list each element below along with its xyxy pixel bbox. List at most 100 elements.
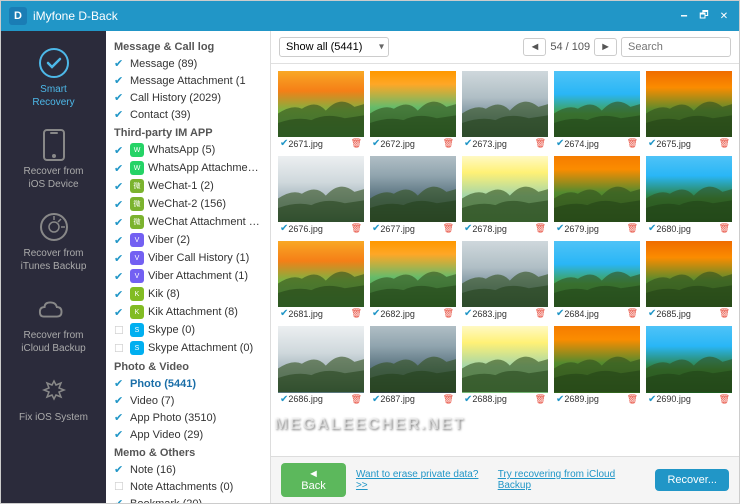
photo-delete-icon[interactable]: 🗑	[351, 138, 362, 149]
sidebar-item-smart-recovery[interactable]: SmartRecovery	[1, 39, 106, 117]
category-item[interactable]: ✔Bookmark (20)	[106, 495, 270, 503]
photo-delete-icon[interactable]: 🗑	[627, 308, 638, 319]
category-item-label: WeChat Attachment (1...	[148, 216, 262, 228]
category-item[interactable]: ✔App Video (29)	[106, 426, 270, 443]
category-item[interactable]: ✔KKik Attachment (8)	[106, 303, 270, 321]
photo-item[interactable]: ✔2678.jpg🗑	[461, 155, 549, 236]
category-item[interactable]: ✔KKik (8)	[106, 285, 270, 303]
category-item[interactable]: ✔VViber (2)	[106, 231, 270, 249]
photo-filename: 2681.jpg	[288, 309, 350, 319]
category-item-label: Message (89)	[130, 58, 262, 70]
photo-item[interactable]: ✔2673.jpg🗑	[461, 70, 549, 151]
photo-delete-icon[interactable]: 🗑	[351, 394, 362, 405]
recover-button[interactable]: Recover...	[655, 469, 729, 491]
photo-item[interactable]: ✔2675.jpg🗑	[645, 70, 733, 151]
photo-item[interactable]: ✔2676.jpg🗑	[277, 155, 365, 236]
next-page-button[interactable]: ►	[594, 38, 617, 56]
category-item[interactable]: ✔VViber Call History (1)	[106, 249, 270, 267]
minimize-button[interactable]: 🗕	[677, 9, 691, 23]
checkbox-icon: ☐	[114, 324, 126, 337]
photo-delete-icon[interactable]: 🗑	[535, 138, 546, 149]
category-item[interactable]: ✔Message Attachment (1	[106, 72, 270, 89]
photo-delete-icon[interactable]: 🗑	[719, 138, 730, 149]
photo-thumbnail	[278, 71, 364, 137]
recover-icloud-link[interactable]: Try recovering from iCloud Backup	[498, 469, 646, 491]
category-item[interactable]: ✔Call History (2029)	[106, 89, 270, 106]
photo-item[interactable]: ✔2677.jpg🗑	[369, 155, 457, 236]
category-item[interactable]: ✔App Photo (3510)	[106, 409, 270, 426]
photo-delete-icon[interactable]: 🗑	[719, 223, 730, 234]
checkbox-icon: ☐	[114, 342, 126, 355]
category-item[interactable]: ✔Note (16)	[106, 461, 270, 478]
prev-page-button[interactable]: ◄	[523, 38, 546, 56]
show-all-dropdown[interactable]: Show all (5441)	[279, 37, 389, 57]
category-item[interactable]: ✔微WeChat-2 (156)	[106, 195, 270, 213]
photo-item[interactable]: ✔2683.jpg🗑	[461, 240, 549, 321]
recover-icloud-icon	[38, 293, 70, 325]
photo-filename: 2672.jpg	[380, 139, 442, 149]
sidebar-item-recover-ios[interactable]: Recover fromiOS Device	[1, 121, 106, 199]
whatsapp-icon: W	[130, 161, 144, 175]
maximize-button[interactable]: 🗗	[697, 9, 711, 23]
sidebar-item-recover-itunes[interactable]: Recover fromiTunes Backup	[1, 203, 106, 281]
photo-item[interactable]: ✔2680.jpg🗑	[645, 155, 733, 236]
photo-delete-icon[interactable]: 🗑	[443, 138, 454, 149]
photo-delete-icon[interactable]: 🗑	[351, 223, 362, 234]
photo-item[interactable]: ✔2685.jpg🗑	[645, 240, 733, 321]
photo-filename: 2678.jpg	[472, 224, 534, 234]
photo-delete-icon[interactable]: 🗑	[351, 308, 362, 319]
category-item[interactable]: ✔WWhatsApp (5)	[106, 141, 270, 159]
photo-delete-icon[interactable]: 🗑	[443, 394, 454, 405]
photo-item[interactable]: ✔2686.jpg🗑	[277, 325, 365, 406]
photo-item[interactable]: ✔2689.jpg🗑	[553, 325, 641, 406]
category-item-label: WhatsApp Attachmen...	[148, 162, 262, 174]
sidebar-item-recover-icloud[interactable]: Recover fromiCloud Backup	[1, 285, 106, 363]
checkbox-icon: ✔	[114, 411, 126, 424]
photo-check-icon: ✔	[372, 394, 380, 405]
category-item[interactable]: ✔WWhatsApp Attachmen...	[106, 159, 270, 177]
category-section-title: Third-party IM APP	[106, 123, 270, 141]
category-item[interactable]: ✔微WeChat Attachment (1...	[106, 213, 270, 231]
photo-item[interactable]: ✔2684.jpg🗑	[553, 240, 641, 321]
photo-item[interactable]: ✔2679.jpg🗑	[553, 155, 641, 236]
photo-delete-icon[interactable]: 🗑	[719, 308, 730, 319]
photo-delete-icon[interactable]: 🗑	[627, 394, 638, 405]
category-item[interactable]: ✔Photo (5441)	[106, 375, 270, 392]
category-item-label: Kik Attachment (8)	[148, 306, 262, 318]
photo-delete-icon[interactable]: 🗑	[719, 394, 730, 405]
photo-delete-icon[interactable]: 🗑	[535, 308, 546, 319]
category-item[interactable]: ☐SSkype (0)	[106, 321, 270, 339]
photo-delete-icon[interactable]: 🗑	[443, 223, 454, 234]
photo-filename: 2690.jpg	[656, 394, 718, 404]
category-item[interactable]: ☐Note Attachments (0)	[106, 478, 270, 495]
photo-item[interactable]: ✔2671.jpg🗑	[277, 70, 365, 151]
photo-delete-icon[interactable]: 🗑	[535, 394, 546, 405]
category-item[interactable]: ✔Video (7)	[106, 392, 270, 409]
photo-item[interactable]: ✔2688.jpg🗑	[461, 325, 549, 406]
photo-thumbnail	[370, 156, 456, 222]
category-item[interactable]: ✔Contact (39)	[106, 106, 270, 123]
photo-item[interactable]: ✔2672.jpg🗑	[369, 70, 457, 151]
photo-item[interactable]: ✔2690.jpg🗑	[645, 325, 733, 406]
photo-check-icon: ✔	[280, 308, 288, 319]
category-item[interactable]: ✔微WeChat-1 (2)	[106, 177, 270, 195]
back-button[interactable]: ◄ Back	[281, 463, 346, 497]
window-title: iMyfone D-Back	[33, 9, 677, 23]
erase-private-link[interactable]: Want to erase private data? >>	[356, 469, 488, 491]
photo-item[interactable]: ✔2682.jpg🗑	[369, 240, 457, 321]
photo-item[interactable]: ✔2687.jpg🗑	[369, 325, 457, 406]
photo-delete-icon[interactable]: 🗑	[443, 308, 454, 319]
category-item[interactable]: ✔VViber Attachment (1)	[106, 267, 270, 285]
sidebar-item-fix-ios[interactable]: Fix iOS System	[1, 367, 106, 432]
category-item[interactable]: ✔Message (89)	[106, 55, 270, 72]
photo-item[interactable]: ✔2674.jpg🗑	[553, 70, 641, 151]
search-input[interactable]	[621, 37, 731, 57]
photo-filename: 2682.jpg	[380, 309, 442, 319]
category-item[interactable]: ☐SSkype Attachment (0)	[106, 339, 270, 357]
smart-recovery-icon	[38, 47, 70, 79]
close-button[interactable]: ✕	[717, 9, 731, 23]
photo-delete-icon[interactable]: 🗑	[627, 223, 638, 234]
photo-delete-icon[interactable]: 🗑	[627, 138, 638, 149]
photo-item[interactable]: ✔2681.jpg🗑	[277, 240, 365, 321]
photo-delete-icon[interactable]: 🗑	[535, 223, 546, 234]
